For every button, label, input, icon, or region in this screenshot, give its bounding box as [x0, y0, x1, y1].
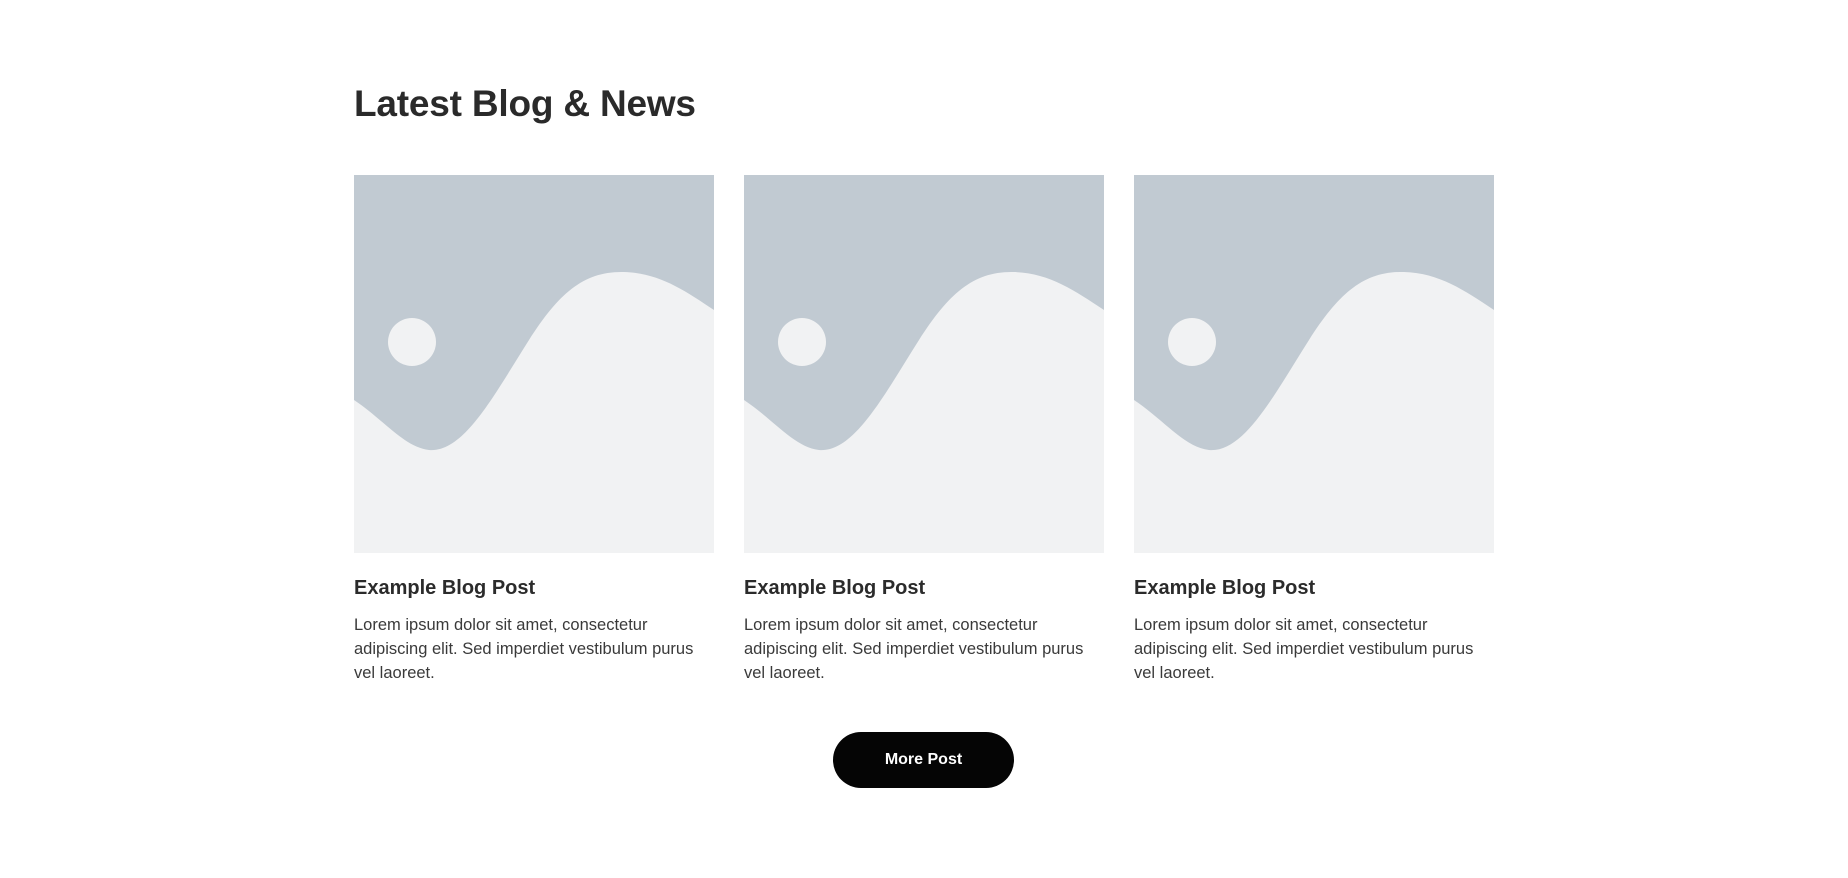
blog-news-section: Latest Blog & News Example Blog Post Lor…: [0, 0, 1848, 878]
blog-post-list: Example Blog Post Lorem ipsum dolor sit …: [354, 175, 1494, 685]
blog-post-card[interactable]: Example Blog Post Lorem ipsum dolor sit …: [1134, 175, 1494, 685]
blog-post-title[interactable]: Example Blog Post: [354, 575, 714, 601]
blog-post-card[interactable]: Example Blog Post Lorem ipsum dolor sit …: [354, 175, 714, 685]
blog-post-excerpt: Lorem ipsum dolor sit amet, consectetur …: [744, 616, 1084, 682]
more-post-button[interactable]: More Post: [833, 732, 1014, 788]
blog-post-title[interactable]: Example Blog Post: [1134, 575, 1494, 601]
blog-post-excerpt: Lorem ipsum dolor sit amet, consectetur …: [354, 616, 694, 682]
section-title: Latest Blog & News: [354, 83, 696, 124]
image-placeholder-icon[interactable]: [744, 175, 1104, 553]
blog-post-title[interactable]: Example Blog Post: [744, 575, 1104, 601]
blog-post-excerpt: Lorem ipsum dolor sit amet, consectetur …: [1134, 616, 1474, 682]
image-placeholder-icon[interactable]: [1134, 175, 1494, 553]
blog-post-card[interactable]: Example Blog Post Lorem ipsum dolor sit …: [744, 175, 1104, 685]
image-placeholder-icon[interactable]: [354, 175, 714, 553]
